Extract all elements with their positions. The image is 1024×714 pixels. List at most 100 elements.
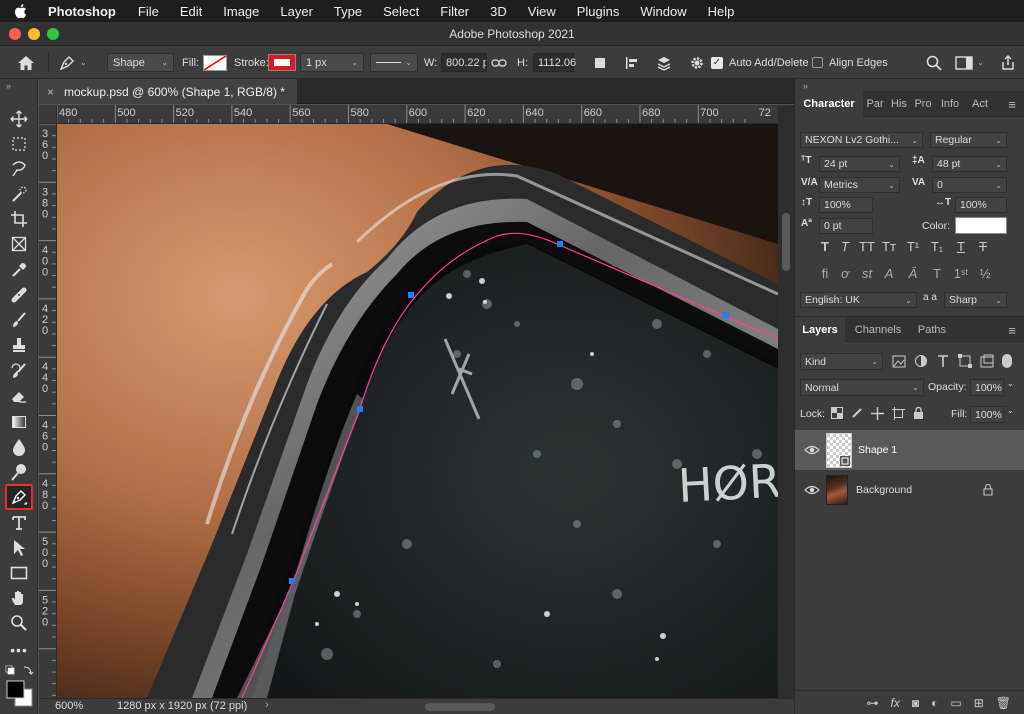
- horizontal-scale-field[interactable]: 100%: [955, 197, 1007, 213]
- panel-menu-icon[interactable]: ≡: [1003, 91, 1021, 117]
- old-style-button[interactable]: ơ: [835, 266, 855, 281]
- lock-position-icon[interactable]: [871, 407, 884, 420]
- vertical-scrollbar-thumb[interactable]: [782, 213, 790, 271]
- faux-italic-button[interactable]: T: [835, 239, 855, 254]
- anti-alias-select[interactable]: Sharp ⌄: [944, 292, 1007, 308]
- search-button[interactable]: [926, 46, 942, 79]
- vertical-scale-field[interactable]: 100%: [819, 197, 873, 213]
- height-field[interactable]: 1112.06: [533, 53, 576, 72]
- ordinals-button[interactable]: 1ˢᵗ: [951, 266, 971, 281]
- frame-tool[interactable]: [7, 233, 31, 255]
- crop-tool[interactable]: [7, 208, 31, 230]
- document-canvas[interactable]: HØR: [57, 124, 778, 698]
- geometry-options-button[interactable]: [689, 46, 705, 79]
- menu-edit[interactable]: Edit: [180, 4, 202, 19]
- path-alignment-button[interactable]: [624, 46, 640, 79]
- vertical-ruler[interactable]: 360380400420440460480500520: [39, 124, 57, 698]
- language-select[interactable]: English: UK ⌄: [800, 292, 917, 308]
- layer-filter-kind-select[interactable]: Kind ⌄: [800, 353, 883, 370]
- menu-view[interactable]: View: [528, 4, 556, 19]
- eye-icon[interactable]: [804, 444, 820, 456]
- lock-artboard-icon[interactable]: [892, 407, 905, 420]
- baseline-shift-field[interactable]: 0 pt: [819, 218, 873, 234]
- dodge-tool[interactable]: [7, 461, 31, 483]
- filter-toggle-switch[interactable]: [1002, 354, 1012, 368]
- width-field[interactable]: 800.22 p: [441, 53, 487, 72]
- adjustment-layer-filter-icon[interactable]: [914, 354, 928, 368]
- marquee-tool[interactable]: [7, 133, 31, 155]
- layer-row-background[interactable]: Background: [795, 470, 1024, 510]
- tab-history[interactable]: His: [887, 91, 911, 117]
- pen-tool-preset-picker[interactable]: ⌄: [58, 46, 87, 79]
- tab-paths[interactable]: Paths: [911, 317, 953, 343]
- link-dimensions-button[interactable]: [491, 46, 507, 79]
- adjustment-layer-icon[interactable]: ◐: [931, 696, 938, 710]
- menu-plugins[interactable]: Plugins: [577, 4, 620, 19]
- tab-info[interactable]: Info: [935, 91, 965, 117]
- stroke-width-select[interactable]: 1 px ⌄: [300, 53, 364, 72]
- link-layers-icon[interactable]: ⊶: [867, 696, 879, 710]
- eyedropper-tool[interactable]: [7, 259, 31, 281]
- path-operations-button[interactable]: [592, 46, 608, 79]
- eraser-tool[interactable]: [7, 385, 31, 407]
- stylistic-alternates-button[interactable]: A: [879, 266, 899, 281]
- ligature-button[interactable]: ﬁ: [815, 266, 835, 281]
- all-caps-button[interactable]: TT: [857, 239, 877, 254]
- menu-layer[interactable]: Layer: [280, 4, 313, 19]
- healing-brush-tool[interactable]: [7, 284, 31, 306]
- zoom-level[interactable]: 600%: [55, 700, 83, 712]
- new-group-icon[interactable]: ▭: [950, 696, 961, 710]
- zoom-tool[interactable]: [7, 612, 31, 634]
- home-button[interactable]: [17, 46, 35, 79]
- leading-field[interactable]: 48 pt ⌄: [932, 156, 1007, 172]
- horizontal-scrollbar-thumb[interactable]: [425, 703, 495, 711]
- history-brush-tool[interactable]: [7, 360, 31, 382]
- align-edges-checkbox[interactable]: [812, 57, 823, 68]
- type-layer-filter-icon[interactable]: [936, 354, 950, 368]
- menu-app[interactable]: Photoshop: [48, 4, 116, 19]
- rectangle-tool[interactable]: [7, 562, 31, 584]
- tab-actions[interactable]: Act: [967, 91, 993, 117]
- chevron-right-icon[interactable]: ›: [265, 699, 269, 711]
- move-tool[interactable]: [7, 108, 31, 130]
- tab-character[interactable]: Character: [795, 91, 863, 117]
- trash-icon[interactable]: 🗑: [996, 696, 1011, 710]
- menu-window[interactable]: Window: [640, 4, 686, 19]
- share-button[interactable]: [1000, 46, 1016, 79]
- stroke-swatch[interactable]: [268, 46, 296, 79]
- lock-all-icon[interactable]: [913, 407, 924, 420]
- menu-file[interactable]: File: [138, 4, 159, 19]
- underline-button[interactable]: T: [951, 239, 971, 254]
- faux-bold-button[interactable]: T: [815, 239, 835, 254]
- gradient-tool[interactable]: [7, 411, 31, 433]
- font-style-select[interactable]: Regular ⌄: [930, 132, 1007, 148]
- fill-field[interactable]: 100%: [970, 406, 1004, 423]
- blur-tool[interactable]: [7, 436, 31, 458]
- tab-paragraph[interactable]: Par: [863, 91, 887, 117]
- titling-button[interactable]: Ā: [903, 266, 923, 281]
- new-layer-icon[interactable]: ⊞: [974, 696, 984, 710]
- menu-help[interactable]: Help: [708, 4, 735, 19]
- menu-filter[interactable]: Filter: [440, 4, 469, 19]
- layer-row-shape-1[interactable]: Shape 1: [795, 430, 1024, 470]
- fill-swatch[interactable]: [203, 46, 227, 79]
- ruler-origin[interactable]: [39, 105, 57, 124]
- chevron-down-icon[interactable]: ⌄: [1007, 379, 1014, 388]
- vertical-scrollbar[interactable]: [778, 105, 794, 698]
- superscript-button[interactable]: T¹: [903, 239, 923, 254]
- pen-tool[interactable]: [5, 484, 33, 510]
- shape-layer-filter-icon[interactable]: [958, 354, 972, 368]
- brush-tool[interactable]: [7, 309, 31, 331]
- menu-type[interactable]: Type: [334, 4, 362, 19]
- blend-mode-select[interactable]: Normal ⌄: [800, 379, 924, 396]
- edit-toolbar-button[interactable]: •••: [7, 639, 31, 661]
- collapse-panels-icon[interactable]: »: [803, 81, 808, 91]
- menu-select[interactable]: Select: [383, 4, 419, 19]
- contextual-button[interactable]: T: [927, 266, 947, 281]
- clone-stamp-tool[interactable]: [7, 334, 31, 356]
- layers-panel-menu-icon[interactable]: ≡: [1003, 317, 1021, 343]
- kerning-select[interactable]: Metrics ⌄: [819, 177, 900, 193]
- quick-selection-tool[interactable]: [7, 183, 31, 205]
- smart-object-filter-icon[interactable]: [980, 354, 994, 368]
- tab-channels[interactable]: Channels: [847, 317, 909, 343]
